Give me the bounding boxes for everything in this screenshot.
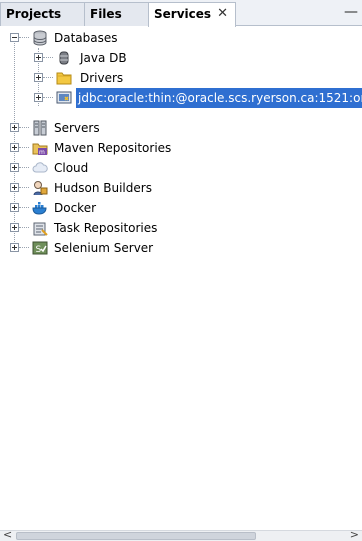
servers-icon bbox=[33, 120, 47, 136]
tab-services[interactable]: Services ✕ bbox=[148, 2, 236, 27]
collapse-icon[interactable] bbox=[10, 33, 19, 42]
svg-text:m: m bbox=[39, 149, 45, 156]
tree-label: Drivers bbox=[80, 71, 124, 85]
services-tree: Databases Java DB Drivers jdbc:oracle:th… bbox=[0, 26, 362, 530]
tree-connector bbox=[19, 247, 29, 248]
tree-node-servers[interactable]: Servers bbox=[0, 118, 362, 138]
maven-icon: m bbox=[32, 143, 48, 156]
tree-label: Java DB bbox=[80, 51, 127, 65]
tree-label: Maven Repositories bbox=[54, 141, 172, 155]
java-db-icon bbox=[59, 51, 69, 65]
expand-icon[interactable] bbox=[10, 203, 19, 212]
docker-icon bbox=[32, 202, 47, 215]
expand-icon[interactable] bbox=[34, 93, 43, 102]
tab-projects[interactable]: Projects bbox=[0, 2, 85, 26]
expand-icon[interactable] bbox=[10, 143, 19, 152]
tree-connector bbox=[43, 97, 53, 98]
tree-connector bbox=[19, 167, 29, 168]
tree-connector bbox=[19, 227, 29, 228]
scrollbar-thumb[interactable] bbox=[16, 532, 256, 540]
tree-node-maven-repositories[interactable]: m Maven Repositories bbox=[0, 138, 362, 158]
tree-connector bbox=[43, 57, 53, 58]
hudson-icon bbox=[33, 181, 48, 196]
tree-node-drivers[interactable]: Drivers bbox=[0, 68, 362, 88]
expand-icon[interactable] bbox=[34, 73, 43, 82]
tree-label: Servers bbox=[54, 121, 100, 135]
tree-node-cloud[interactable]: Cloud bbox=[0, 158, 362, 178]
expand-icon[interactable] bbox=[10, 243, 19, 252]
tree-label-selected: jdbc:oracle:thin:@oracle.scs.ryerson.ca:… bbox=[76, 88, 362, 108]
tab-projects-label: Projects bbox=[6, 7, 62, 21]
tree-node-java-db[interactable]: Java DB bbox=[0, 48, 362, 68]
tree-connector bbox=[19, 187, 29, 188]
tree-label: Docker bbox=[54, 201, 97, 215]
minimize-icon[interactable]: — bbox=[344, 2, 358, 22]
tab-files-label: Files bbox=[90, 7, 122, 21]
connection-icon bbox=[56, 91, 72, 104]
tree-connector bbox=[19, 37, 29, 38]
scroll-right-icon[interactable]: > bbox=[350, 528, 359, 541]
tab-files[interactable]: Files bbox=[84, 2, 149, 26]
tree-node-jdbc-connection[interactable]: jdbc:oracle:thin:@oracle.scs.ryerson.ca:… bbox=[0, 88, 362, 108]
tree-node-hudson-builders[interactable]: Hudson Builders bbox=[0, 178, 362, 198]
tree-connector bbox=[43, 77, 53, 78]
svg-text:S: S bbox=[36, 245, 42, 255]
expand-icon[interactable] bbox=[10, 123, 19, 132]
selenium-icon: S bbox=[32, 241, 48, 255]
expand-icon[interactable] bbox=[10, 163, 19, 172]
close-icon[interactable]: ✕ bbox=[217, 3, 228, 25]
cloud-icon bbox=[32, 162, 48, 173]
tree-connector bbox=[19, 127, 29, 128]
tree-label: Cloud bbox=[54, 161, 89, 175]
tab-bar: Projects Files Services ✕ — bbox=[0, 0, 362, 27]
expand-icon[interactable] bbox=[34, 53, 43, 62]
task-repository-icon bbox=[33, 222, 48, 236]
database-icon bbox=[33, 30, 47, 46]
horizontal-scrollbar[interactable]: < > bbox=[0, 528, 362, 541]
tree-label: Task Repositories bbox=[54, 221, 158, 235]
tree-node-task-repositories[interactable]: Task Repositories bbox=[0, 218, 362, 238]
tree-node-databases[interactable]: Databases bbox=[0, 28, 362, 48]
tree-label: Databases bbox=[54, 31, 118, 45]
tab-services-label: Services bbox=[154, 7, 212, 21]
tree-node-selenium-server[interactable]: S Selenium Server bbox=[0, 238, 362, 258]
scroll-left-icon[interactable]: < bbox=[3, 528, 12, 541]
folder-icon bbox=[56, 72, 72, 85]
tree-label: Selenium Server bbox=[54, 241, 154, 255]
tree-node-docker[interactable]: Docker bbox=[0, 198, 362, 218]
expand-icon[interactable] bbox=[10, 223, 19, 232]
tree-label: Hudson Builders bbox=[54, 181, 152, 195]
tree-connector bbox=[19, 207, 29, 208]
tree-connector bbox=[19, 147, 29, 148]
expand-icon[interactable] bbox=[10, 183, 19, 192]
